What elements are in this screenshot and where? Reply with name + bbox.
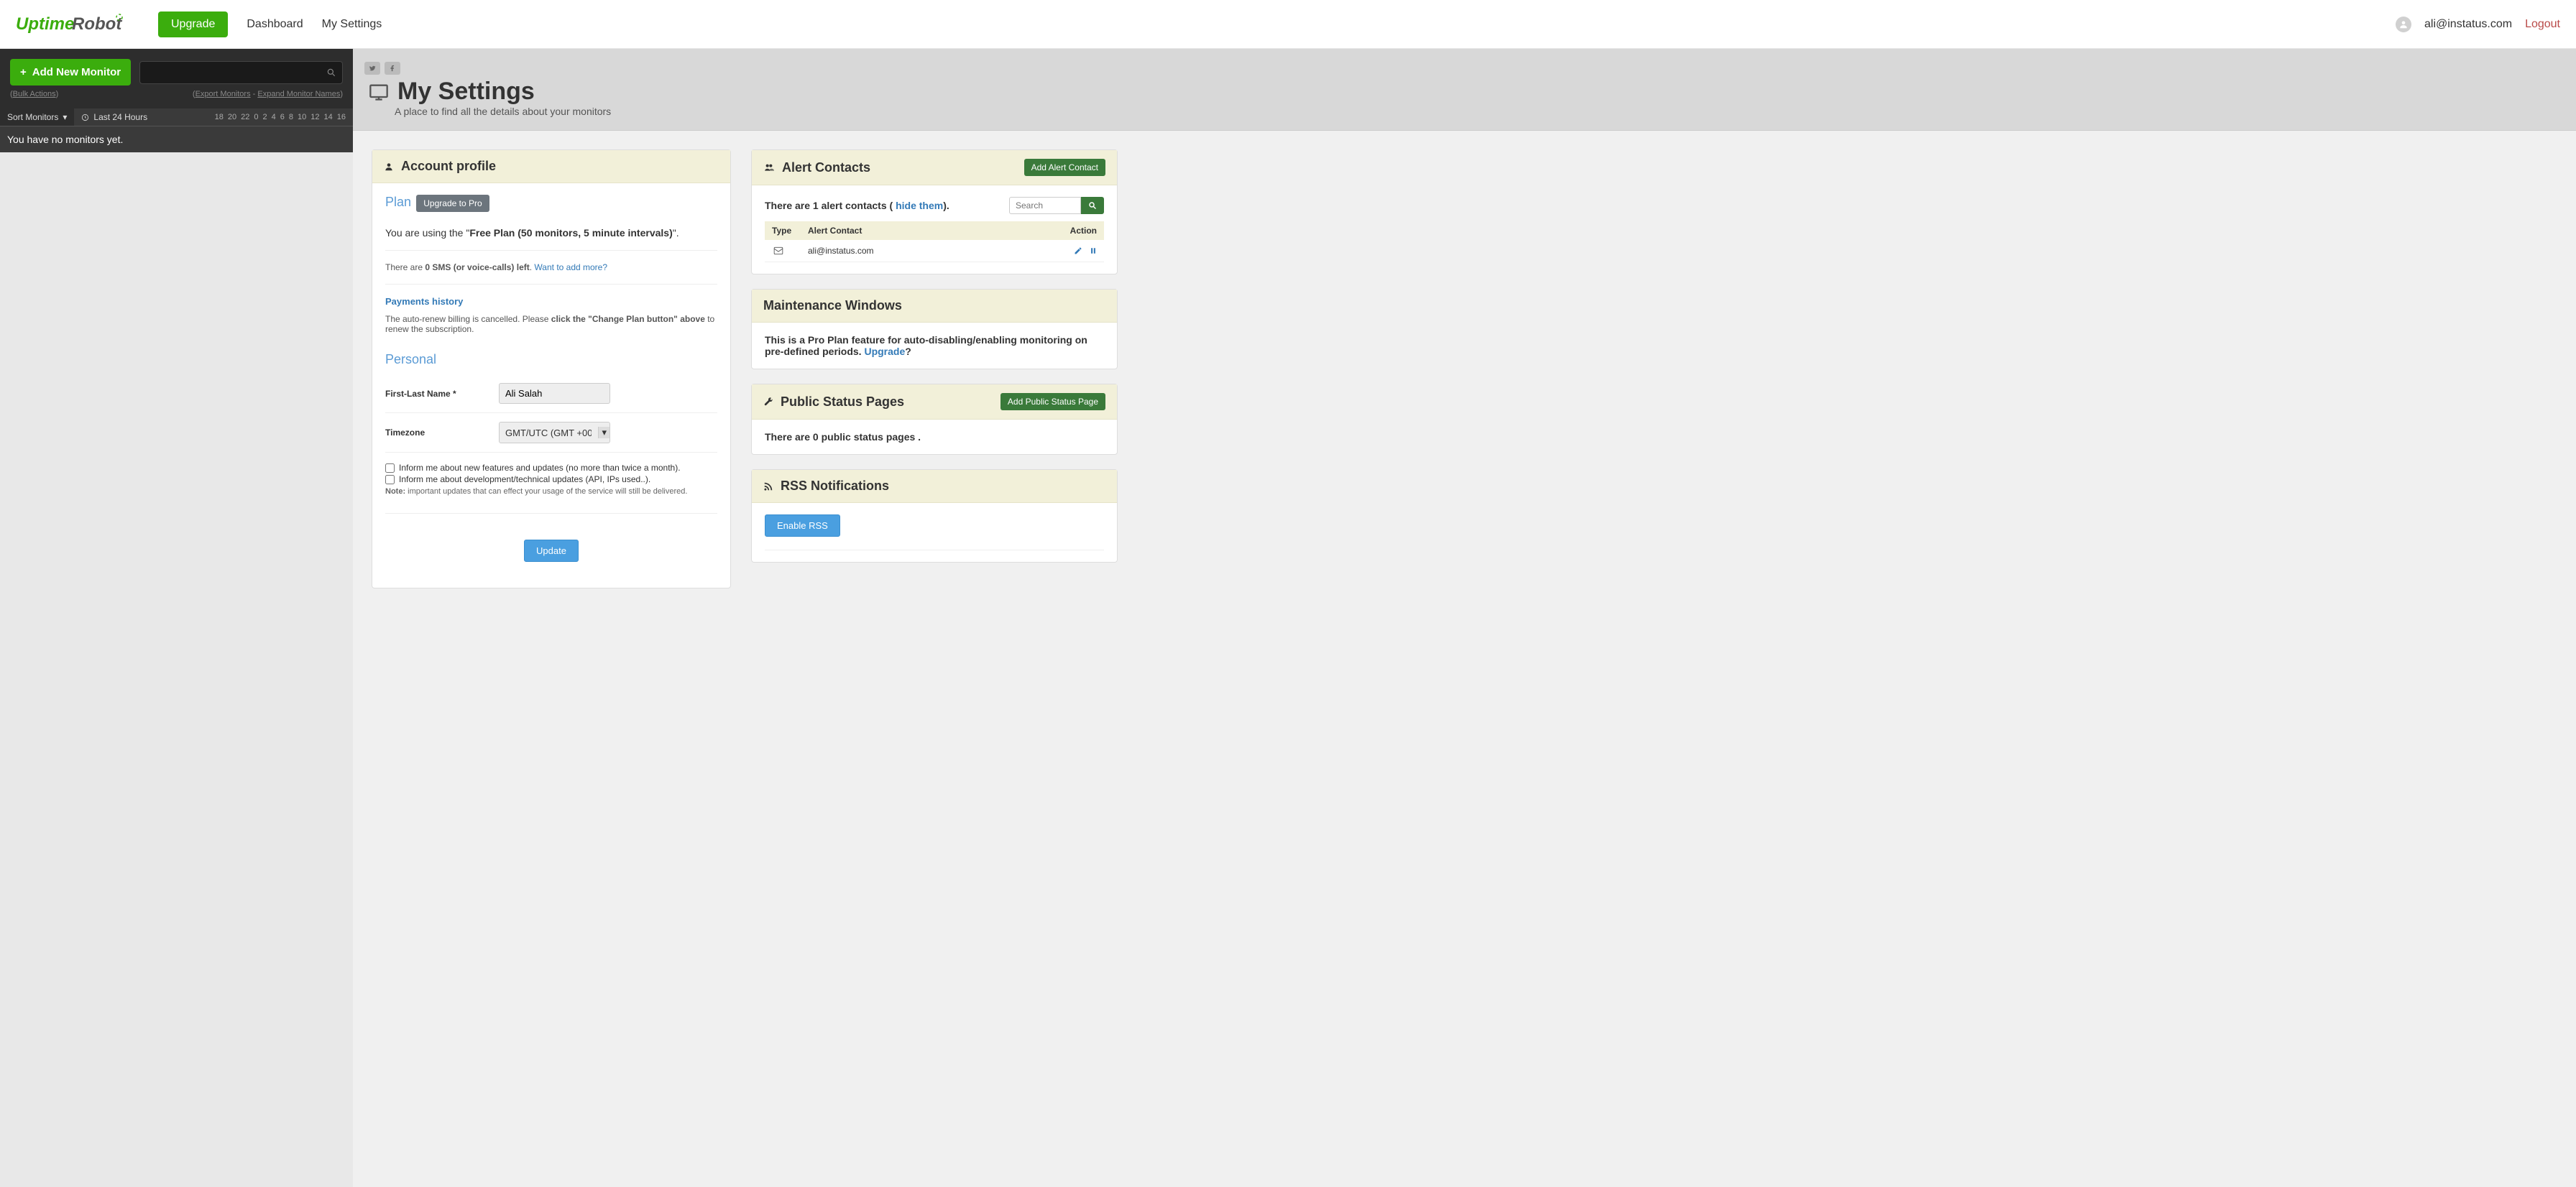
- payments-history-link[interactable]: Payments history: [385, 296, 463, 307]
- autorenew-text: The auto-renew billing is cancelled. Ple…: [385, 314, 717, 334]
- account-profile-panel: Account profile Plan Upgrade to Pro You …: [372, 149, 731, 588]
- user-icon: [384, 162, 394, 172]
- th-type: Type: [765, 221, 801, 240]
- main: + Add New Monitor (Bulk Actions) (Export…: [0, 49, 2576, 1187]
- alert-count-text: There are 1 alert contacts ( hide them).: [765, 200, 949, 211]
- alert-contacts-panel: Alert Contacts Add Alert Contact There a…: [751, 149, 1118, 274]
- sort-label: Sort Monitors: [7, 112, 58, 122]
- users-icon: [763, 162, 775, 172]
- features-updates-checkbox-row: Inform me about new features and updates…: [385, 463, 717, 473]
- status-pages-count: There are 0 public status pages .: [765, 431, 1104, 443]
- hour-ticks: 18 20 22 0 2 4 6 8 10 12 14 16: [215, 108, 353, 126]
- sidebar-links: (Bulk Actions) (Export Monitors - Expand…: [10, 90, 343, 98]
- monitor-search[interactable]: [139, 61, 343, 84]
- expand-names-link[interactable]: Expand Monitor Names: [257, 90, 340, 98]
- alert-search: [1009, 197, 1104, 214]
- user-email[interactable]: ali@instatus.com: [2424, 18, 2512, 31]
- edit-icon[interactable]: [1074, 246, 1082, 255]
- maintenance-upgrade-link[interactable]: Upgrade: [864, 346, 905, 357]
- tech-updates-checkbox[interactable]: [385, 475, 395, 484]
- main-nav: Upgrade Dashboard My Settings: [158, 11, 382, 37]
- monitor-search-input[interactable]: [146, 67, 326, 78]
- enable-rss-button[interactable]: Enable RSS: [765, 514, 840, 537]
- rss-icon: [763, 481, 773, 491]
- contact-email: ali@instatus.com: [801, 240, 1054, 262]
- pause-icon[interactable]: [1090, 246, 1097, 255]
- sort-monitors-button[interactable]: Sort Monitors ▾: [0, 108, 74, 126]
- page-title: My Settings: [397, 78, 535, 106]
- chevron-down-icon: ▾: [598, 427, 610, 438]
- note-text: Note: important updates that can effect …: [385, 487, 717, 496]
- logout-link[interactable]: Logout: [2525, 18, 2560, 31]
- sms-left-text: There are 0 SMS (or voice-calls) left. W…: [385, 262, 717, 272]
- nav-settings[interactable]: My Settings: [322, 18, 382, 31]
- maintenance-title: Maintenance Windows: [763, 298, 902, 313]
- plan-section-title: Plan: [385, 195, 411, 210]
- add-more-sms-link[interactable]: Want to add more?: [534, 262, 607, 272]
- rss-title: RSS Notifications: [781, 479, 889, 494]
- topbar: UptimeRobot Upgrade Dashboard My Setting…: [0, 0, 2576, 49]
- no-monitors-message: You have no monitors yet.: [0, 126, 353, 152]
- timezone-value: GMT/UTC (GMT +00:00): [505, 428, 592, 438]
- add-monitor-label: Add New Monitor: [32, 66, 121, 78]
- name-label: First-Last Name *: [385, 389, 499, 399]
- page-banner: My Settings A place to find all the deta…: [353, 49, 2576, 131]
- alert-contacts-title: Alert Contacts: [782, 160, 870, 175]
- search-icon: [326, 68, 336, 78]
- clock-icon: [81, 114, 89, 121]
- name-input[interactable]: [499, 383, 610, 404]
- maintenance-text: This is a Pro Plan feature for auto-disa…: [765, 334, 1104, 357]
- personal-section-title: Personal: [385, 352, 436, 367]
- plus-icon: +: [20, 66, 27, 78]
- chevron-down-icon: ▾: [63, 112, 67, 122]
- content: My Settings A place to find all the deta…: [353, 49, 2576, 1187]
- upgrade-button[interactable]: Upgrade: [158, 11, 228, 37]
- rss-panel: RSS Notifications Enable RSS: [751, 469, 1118, 563]
- twitter-icon[interactable]: [364, 62, 380, 75]
- last-24-label: Last 24 Hours: [93, 112, 147, 122]
- sidebar-top: + Add New Monitor (Bulk Actions) (Export…: [0, 49, 353, 108]
- timezone-select[interactable]: GMT/UTC (GMT +00:00) ▾: [499, 422, 610, 443]
- add-monitor-button[interactable]: + Add New Monitor: [10, 59, 131, 86]
- account-profile-title: Account profile: [401, 159, 496, 174]
- avatar[interactable]: [2396, 17, 2411, 32]
- public-status-pages-panel: Public Status Pages Add Public Status Pa…: [751, 384, 1118, 455]
- tech-updates-checkbox-row: Inform me about development/technical up…: [385, 474, 717, 484]
- plan-description: You are using the "Free Plan (50 monitor…: [385, 227, 717, 239]
- features-updates-checkbox[interactable]: [385, 463, 395, 473]
- alert-contacts-table: Type Alert Contact Action: [765, 221, 1104, 262]
- sidebar-filter-row: Sort Monitors ▾ Last 24 Hours 18 20 22 0…: [0, 108, 353, 126]
- facebook-icon[interactable]: [385, 62, 400, 75]
- logo[interactable]: UptimeRobot: [16, 11, 124, 37]
- name-row: First-Last Name *: [385, 374, 717, 413]
- nav-dashboard[interactable]: Dashboard: [247, 18, 303, 31]
- topbar-right: ali@instatus.com Logout: [2396, 17, 2560, 32]
- svg-text:Uptime: Uptime: [16, 14, 74, 34]
- bulk-actions-link[interactable]: Bulk Actions: [13, 90, 56, 98]
- monitor-icon: [369, 82, 389, 102]
- svg-text:Robot: Robot: [72, 14, 122, 34]
- hide-contacts-link[interactable]: hide them: [896, 200, 943, 211]
- page-subtitle: A place to find all the details about yo…: [395, 106, 2560, 117]
- last-24-hours: Last 24 Hours: [74, 108, 155, 126]
- status-pages-title: Public Status Pages: [781, 394, 904, 410]
- wrench-icon: [763, 397, 773, 407]
- update-button[interactable]: Update: [524, 540, 579, 562]
- alert-search-button[interactable]: [1081, 197, 1104, 214]
- timezone-row: Timezone GMT/UTC (GMT +00:00) ▾: [385, 413, 717, 453]
- maintenance-windows-panel: Maintenance Windows This is a Pro Plan f…: [751, 289, 1118, 369]
- add-status-page-button[interactable]: Add Public Status Page: [1000, 393, 1105, 410]
- export-monitors-link[interactable]: Export Monitors: [196, 90, 251, 98]
- sidebar: + Add New Monitor (Bulk Actions) (Export…: [0, 49, 353, 1187]
- table-row: ali@instatus.com: [765, 240, 1104, 262]
- alert-search-input[interactable]: [1009, 197, 1081, 214]
- th-contact: Alert Contact: [801, 221, 1054, 240]
- email-icon: [772, 246, 794, 256]
- add-alert-contact-button[interactable]: Add Alert Contact: [1024, 159, 1105, 176]
- th-action: Action: [1054, 221, 1104, 240]
- timezone-label: Timezone: [385, 428, 499, 438]
- upgrade-to-pro-button[interactable]: Upgrade to Pro: [416, 195, 489, 212]
